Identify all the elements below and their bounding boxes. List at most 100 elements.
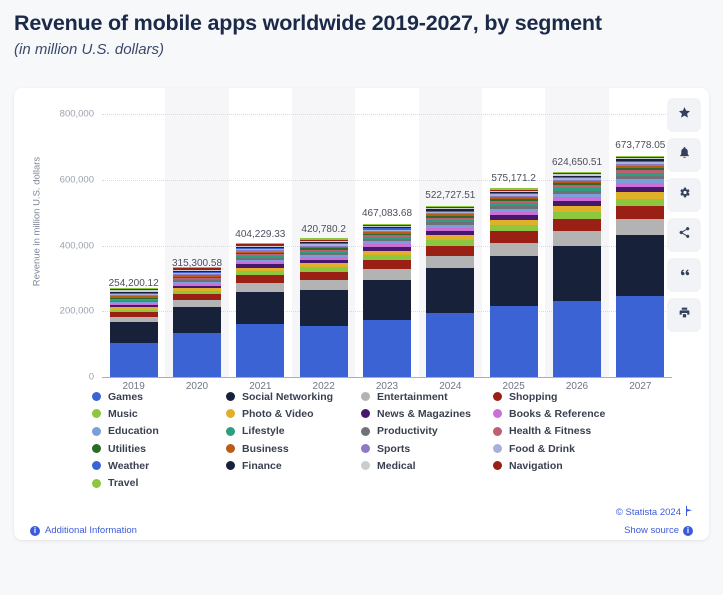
bar-segment[interactable] <box>553 218 601 232</box>
bar-2026[interactable] <box>553 172 601 377</box>
bar-segment[interactable] <box>426 255 475 268</box>
bar-segment[interactable] <box>616 234 665 296</box>
bar-segment[interactable] <box>173 300 221 307</box>
copyright-text: © Statista 2024 <box>615 507 681 518</box>
legend-item-entertainment[interactable]: Entertainment <box>361 388 471 405</box>
legend-color-swatch <box>361 444 370 454</box>
print-button[interactable] <box>667 298 701 332</box>
bar-segment[interactable] <box>616 205 665 220</box>
show-source-link[interactable]: Show source i <box>624 525 693 536</box>
bar-segment[interactable] <box>489 255 538 306</box>
additional-information-label: Additional Information <box>45 525 137 536</box>
legend-item-education[interactable]: Education <box>92 423 159 440</box>
legend-color-swatch <box>361 426 370 436</box>
bar-value-label: 420,780.2 <box>301 223 346 235</box>
bar-segment[interactable] <box>489 305 538 377</box>
legend-item-sports[interactable]: Sports <box>361 440 471 457</box>
bar-segment[interactable] <box>236 275 285 283</box>
legend-item-navigation[interactable]: Navigation <box>493 457 605 474</box>
bar-2025[interactable] <box>489 188 538 377</box>
legend-item-travel[interactable]: Travel <box>92 474 159 491</box>
legend-label: Social Networking <box>242 390 334 403</box>
bar-segment[interactable] <box>553 211 601 219</box>
bar-segment[interactable] <box>616 198 665 206</box>
bar-segment[interactable] <box>109 342 158 377</box>
bar-segment[interactable] <box>299 280 348 290</box>
bar-segment[interactable] <box>236 324 285 377</box>
additional-information-link[interactable]: i Additional Information <box>30 525 137 536</box>
legend-item-food-drink[interactable]: Food & Drink <box>493 440 605 457</box>
bar-segment[interactable] <box>299 326 348 377</box>
bar-segment[interactable] <box>173 332 221 377</box>
bar-segment[interactable] <box>236 283 285 293</box>
legend-column: Entertainment News & Magazines Productivit… <box>361 388 471 474</box>
bar-segment[interactable] <box>616 219 665 235</box>
legend-item-finance[interactable]: Finance <box>226 457 333 474</box>
legend-item-weather[interactable]: Weather <box>92 457 159 474</box>
bar-segment[interactable] <box>553 245 601 302</box>
legend-item-medical[interactable]: Medical <box>361 457 471 474</box>
legend-color-swatch <box>493 426 502 436</box>
bar-segment[interactable] <box>426 267 475 313</box>
bar-2023[interactable] <box>363 223 411 377</box>
legend-label: Navigation <box>509 459 563 472</box>
legend-item-productivity[interactable]: Productivity <box>361 423 471 440</box>
legend-item-books-reference[interactable]: Books & Reference <box>493 405 605 422</box>
legend-label: Utilities <box>108 442 146 455</box>
legend-label: Travel <box>108 477 139 490</box>
bar-segment[interactable] <box>299 289 348 327</box>
bar-segment[interactable] <box>363 280 411 321</box>
cite-button[interactable] <box>667 258 701 292</box>
bar-segment[interactable] <box>299 271 348 281</box>
bar-segment[interactable] <box>489 242 538 256</box>
bar-2021[interactable] <box>236 243 285 377</box>
legend-item-social-networking[interactable]: Social Networking <box>226 388 333 405</box>
bar-2024[interactable] <box>426 205 475 377</box>
bar-segment[interactable] <box>426 245 475 256</box>
flag-icon <box>685 506 693 519</box>
y-axis-tick-label: 800,000 <box>59 108 94 120</box>
legend-color-swatch <box>493 409 502 419</box>
legend-item-lifestyle[interactable]: Lifestyle <box>226 423 333 440</box>
bar-value-label: 673,778.05 <box>615 140 666 152</box>
bar-2019[interactable] <box>109 288 158 377</box>
legend-item-shopping[interactable]: Shopping <box>493 388 605 405</box>
bar-segment[interactable] <box>173 306 221 333</box>
bar-value-label: 575,171.2 <box>491 172 536 184</box>
legend-item-music[interactable]: Music <box>92 405 159 422</box>
legend-item-games[interactable]: Games <box>92 388 159 405</box>
settings-button[interactable] <box>667 178 701 212</box>
bar-segment[interactable] <box>109 322 158 343</box>
legend-label: Photo & Video <box>242 407 314 420</box>
bar-segment[interactable] <box>489 231 538 243</box>
legend-item-business[interactable]: Business <box>226 440 333 457</box>
legend-item-utilities[interactable]: Utilities <box>92 440 159 457</box>
x-axis-line <box>102 377 672 378</box>
bar-2022[interactable] <box>299 238 348 377</box>
legend-label: Education <box>108 425 159 438</box>
bar-value-label: 404,229.33 <box>235 229 286 241</box>
quote-icon <box>678 266 691 284</box>
bar-segment[interactable] <box>426 312 475 377</box>
legend-color-swatch <box>493 461 502 471</box>
bar-segment[interactable] <box>363 260 411 270</box>
legend-item-health-fitness[interactable]: Health & Fitness <box>493 423 605 440</box>
x-axis-tick-label: 2027 <box>629 381 652 392</box>
favorite-button[interactable] <box>667 98 701 132</box>
bar-2020[interactable] <box>173 267 221 377</box>
y-axis-tick-label: 200,000 <box>59 305 94 317</box>
y-axis-tick-label: 400,000 <box>59 240 94 251</box>
alert-button[interactable] <box>667 138 701 172</box>
star-icon <box>678 106 691 124</box>
bar-segment[interactable] <box>553 301 601 377</box>
bar-segment[interactable] <box>363 320 411 377</box>
bar-segment[interactable] <box>553 231 601 246</box>
legend-item-news-magazines[interactable]: News & Magazines <box>361 405 471 422</box>
legend-item-photo-video[interactable]: Photo & Video <box>226 405 333 422</box>
share-button[interactable] <box>667 218 701 252</box>
legend-column: Social Networking Photo & Video Lifestyle B… <box>226 388 333 474</box>
bar-segment[interactable] <box>616 295 665 377</box>
bar-segment[interactable] <box>363 269 411 281</box>
bar-2027[interactable] <box>616 155 665 377</box>
bar-segment[interactable] <box>236 292 285 325</box>
